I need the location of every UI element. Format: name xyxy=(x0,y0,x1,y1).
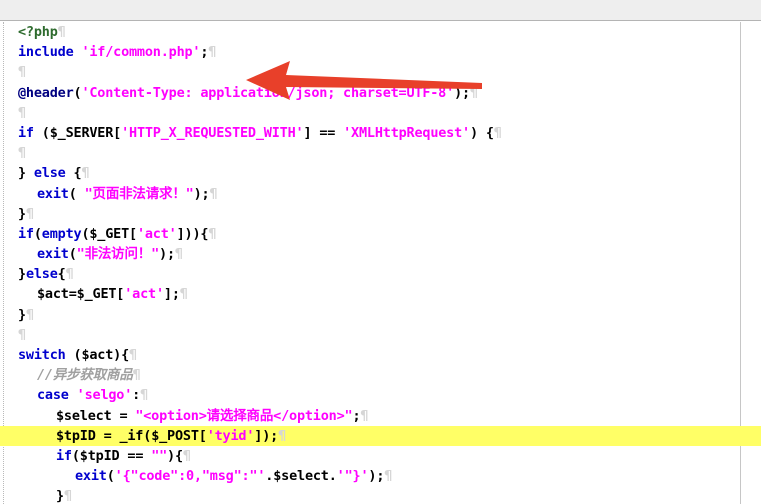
code-line-text: }¶ xyxy=(18,205,34,222)
code-line[interactable]: exit("非法访问！");¶ xyxy=(0,244,761,264)
code-line[interactable]: switch ($act){¶ xyxy=(0,345,761,365)
code-line[interactable]: ¶ xyxy=(0,143,761,163)
code-line[interactable]: } else {¶ xyxy=(0,163,761,183)
code-line-text: include 'if/common.php';¶ xyxy=(18,44,217,61)
code-line[interactable]: }¶ xyxy=(0,486,761,504)
window-top-bar xyxy=(0,0,761,21)
code-line-text: switch ($act){¶ xyxy=(18,347,137,363)
code-line[interactable]: if($tpID == ""){¶ xyxy=(0,446,761,466)
code-editor-pane[interactable]: <?php¶ include 'if/common.php';¶ ¶ @header(… xyxy=(0,22,761,504)
code-line-text: if(empty($_GET['act'])){¶ xyxy=(18,225,217,242)
code-line[interactable]: exit('{"code":0,"msg":"'.$select.'"}');¶ xyxy=(0,466,761,486)
code-line[interactable]: }¶ xyxy=(0,305,761,325)
code-line-text: exit( "页面非法请求！");¶ xyxy=(37,185,218,202)
code-line[interactable]: $select = "<option>请选择商品</option>";¶ xyxy=(0,406,761,426)
code-line[interactable]: }¶ xyxy=(0,204,761,224)
code-line-text: case 'selgo':¶ xyxy=(37,387,149,404)
code-line[interactable]: ¶ xyxy=(0,62,761,82)
code-line-text: }¶ xyxy=(56,488,72,504)
code-line-text: $select = "<option>请选择商品</option>";¶ xyxy=(56,407,369,424)
code-line-text: ¶ xyxy=(18,64,26,81)
code-line-text: exit("非法访问！");¶ xyxy=(37,246,183,263)
code-line-text: $tpID = _if($_POST['tyid']);¶ xyxy=(56,427,287,444)
code-line-text: exit('{"code":0,"msg":"'.$select.'"}');¶ xyxy=(75,468,393,485)
code-line[interactable]: $tpID = _if($_POST['tyid']);¶ xyxy=(0,425,761,446)
code-lines-container[interactable]: <?php¶ include 'if/common.php';¶ ¶ @header(… xyxy=(0,22,761,504)
code-line[interactable]: //异步获取商品¶ xyxy=(0,365,761,385)
code-line-text: } else {¶ xyxy=(18,165,90,182)
code-line[interactable]: exit( "页面非法请求！");¶ xyxy=(0,184,761,204)
code-line-text: //异步获取商品¶ xyxy=(37,367,141,384)
code-line[interactable]: if ($_SERVER['HTTP_X_REQUESTED_WITH'] ==… xyxy=(0,123,761,143)
code-line-text: ¶ xyxy=(18,104,26,121)
code-line-text: if($tpID == ""){¶ xyxy=(56,447,191,464)
code-line-text: @header('Content-Type: application/json;… xyxy=(18,84,478,101)
code-line-text: ¶ xyxy=(18,145,26,162)
code-line[interactable]: }else{¶ xyxy=(0,264,761,284)
code-line[interactable]: ¶ xyxy=(0,325,761,345)
code-line-text: ¶ xyxy=(18,326,26,343)
code-line-text: }¶ xyxy=(18,306,34,323)
code-line[interactable]: case 'selgo':¶ xyxy=(0,385,761,405)
code-line[interactable]: @header('Content-Type: application/json;… xyxy=(0,83,761,103)
code-line[interactable]: ¶ xyxy=(0,103,761,123)
code-line[interactable]: include 'if/common.php';¶ xyxy=(0,42,761,62)
code-line-text: $act=$_GET['act'];¶ xyxy=(37,286,188,303)
code-line[interactable]: if(empty($_GET['act'])){¶ xyxy=(0,224,761,244)
code-line-text: }else{¶ xyxy=(18,266,74,283)
code-line-text: <?php¶ xyxy=(18,24,66,40)
code-line[interactable]: <?php¶ xyxy=(0,22,761,42)
code-line[interactable]: $act=$_GET['act'];¶ xyxy=(0,284,761,304)
code-line-text: if ($_SERVER['HTTP_X_REQUESTED_WITH'] ==… xyxy=(18,124,502,141)
